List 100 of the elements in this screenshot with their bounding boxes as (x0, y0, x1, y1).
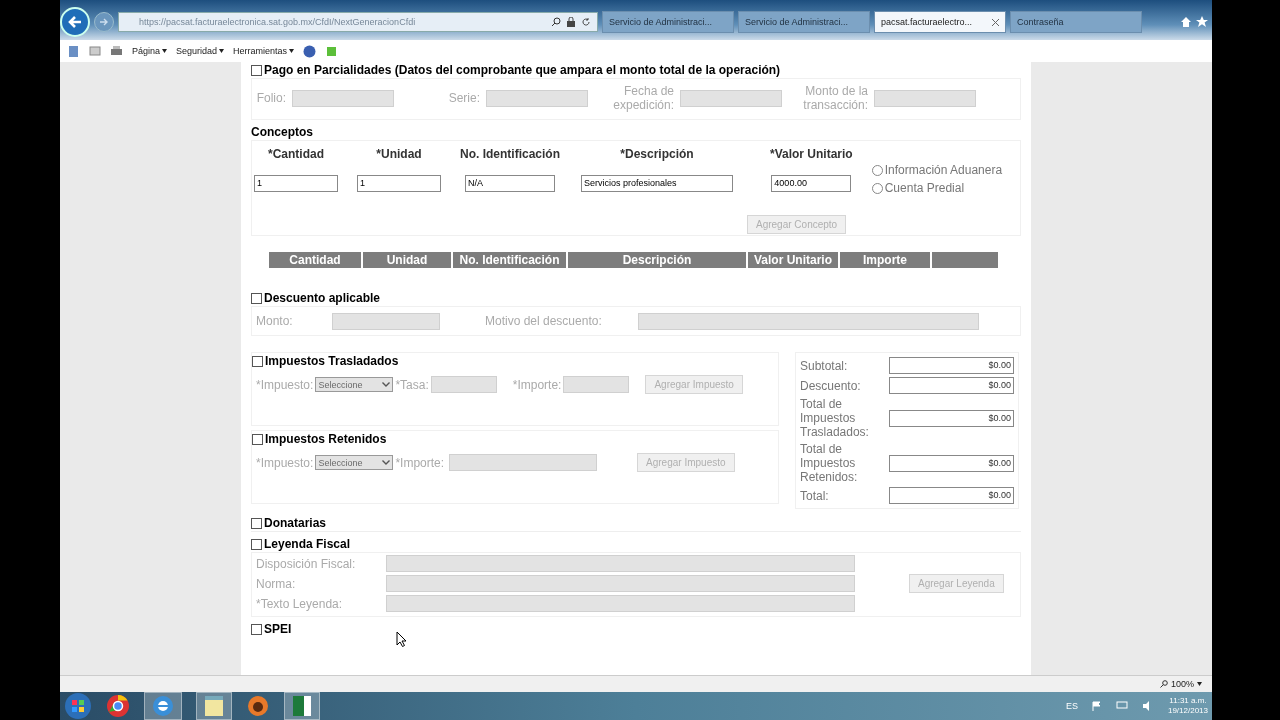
addon-icon[interactable] (325, 44, 339, 58)
input-field[interactable]: 4000.00 (771, 175, 852, 192)
input-field[interactable]: 1 (357, 175, 441, 192)
forward-button[interactable] (94, 12, 114, 32)
browser-tab[interactable]: pacsat.facturaelectro... (874, 11, 1006, 33)
toolbar-menu[interactable]: Seguridad (176, 46, 225, 56)
home-icon[interactable] (1180, 16, 1192, 28)
tax-dropdown[interactable]: Seleccione (315, 377, 394, 392)
magnifier-icon (1159, 680, 1168, 688)
field-label: *Importe: (512, 377, 562, 392)
input-field[interactable]: 1 (254, 175, 338, 192)
star-icon[interactable] (1196, 16, 1208, 28)
start-button[interactable] (64, 692, 92, 720)
total-label: Total de Impuestos Retenidos: (800, 442, 859, 484)
caret-icon[interactable] (1197, 682, 1202, 686)
column-label: *Valor Unitario (770, 147, 853, 161)
input-field[interactable] (563, 376, 630, 393)
back-button[interactable] (60, 7, 90, 37)
mouse-cursor (396, 631, 407, 647)
field-label: *Impuesto: (256, 455, 314, 470)
network-icon[interactable] (1115, 701, 1128, 711)
forward-arrow-icon (99, 17, 109, 27)
input-field[interactable] (386, 575, 855, 592)
field-label: Fecha de expedición: (612, 84, 674, 112)
total-label: Descuento: (800, 378, 862, 393)
input-field[interactable] (680, 89, 782, 107)
notepad-icon[interactable] (203, 694, 225, 718)
flag-icon[interactable] (1091, 701, 1102, 711)
radio-option[interactable]: Información Aduanera (871, 163, 1003, 177)
input-field[interactable] (449, 454, 598, 471)
address-bar[interactable]: https://pacsat.facturaelectronica.sat.gob.mx/CfdI/NextGeneracionCfdi (118, 12, 598, 32)
checkbox[interactable] (252, 433, 263, 445)
total-label: Subtotal: (800, 358, 849, 373)
input-field[interactable] (874, 89, 976, 107)
field-label: Norma: (256, 576, 297, 591)
print-icon[interactable] (110, 45, 123, 57)
column-header: Importe (840, 252, 930, 268)
section-title: SPEI (264, 622, 292, 636)
tax-dropdown[interactable]: Seleccione (315, 455, 394, 470)
input-field[interactable]: Servicios profesionales (581, 175, 733, 192)
input-field[interactable]: N/A (465, 175, 555, 192)
browser-icon[interactable] (151, 694, 175, 718)
total-field: $0.00 (889, 454, 1014, 472)
column-header: Unidad (363, 252, 451, 268)
checkbox[interactable] (251, 517, 262, 529)
browser-tab[interactable]: Servicio de Administraci... (602, 11, 734, 33)
field-label: *Texto Leyenda: (256, 596, 344, 611)
field-label: *Impuesto: (256, 377, 314, 392)
back-arrow-icon (67, 14, 83, 30)
mail-icon[interactable] (89, 45, 101, 57)
caret-icon (219, 49, 225, 53)
field-label: Motivo del descuento: (485, 314, 603, 328)
checkbox[interactable] (251, 623, 262, 635)
spreadsheet-icon[interactable] (291, 694, 313, 718)
column-header: Descripción (568, 252, 746, 268)
toolbar-menu[interactable]: Página (132, 46, 168, 56)
caret-icon (289, 49, 295, 53)
input-field[interactable] (638, 312, 979, 330)
app-icon[interactable] (246, 694, 270, 718)
input-field[interactable] (386, 555, 855, 572)
caret-icon (162, 49, 168, 53)
help-icon[interactable] (303, 44, 317, 58)
refresh-icon[interactable] (581, 17, 591, 27)
input-field[interactable] (332, 312, 440, 330)
field-label: *Importe: (395, 455, 445, 470)
section-title: Impuestos Retenidos (265, 432, 387, 446)
section-title: Impuestos Trasladados (265, 354, 399, 368)
checkbox[interactable] (251, 292, 262, 304)
lock-icon (567, 17, 575, 27)
browser-icon[interactable] (106, 694, 130, 718)
column-label: *Cantidad (268, 147, 324, 161)
page-icon[interactable] (68, 44, 80, 58)
toolbar-menu[interactable]: Herramientas (233, 46, 295, 56)
total-field: $0.00 (889, 409, 1014, 427)
section-title: Donatarias (264, 516, 327, 530)
column-label: *Descripción (620, 147, 694, 161)
column-header: Cantidad (269, 252, 361, 268)
total-label: Total: (800, 488, 830, 503)
section-title: Leyenda Fiscal (264, 537, 351, 551)
browser-tab[interactable]: Servicio de Administraci... (738, 11, 870, 33)
section-title: Descuento aplicable (264, 291, 381, 305)
zoom-level[interactable]: 100% (1170, 679, 1194, 689)
search-icon[interactable] (551, 17, 561, 27)
clock-date[interactable]: 19/12/2013 (1167, 706, 1208, 716)
total-field: $0.00 (889, 487, 1014, 504)
checkbox[interactable] (251, 64, 262, 76)
clock-time[interactable]: 11:31 a.m. (1169, 696, 1207, 706)
input-field[interactable] (486, 89, 588, 107)
total-field: $0.00 (889, 357, 1014, 374)
browser-tab[interactable]: Contraseña (1010, 11, 1142, 33)
language-indicator[interactable]: ES (1065, 701, 1078, 711)
input-field[interactable] (292, 89, 394, 107)
radio-option[interactable]: Cuenta Predial (871, 181, 1003, 195)
input-field[interactable] (430, 376, 497, 393)
checkbox[interactable] (251, 538, 262, 550)
field-label: Serie: (447, 91, 480, 105)
column-header: Valor Unitario (748, 252, 838, 268)
input-field[interactable] (386, 595, 855, 612)
checkbox[interactable] (252, 355, 263, 367)
close-icon[interactable] (992, 18, 999, 26)
